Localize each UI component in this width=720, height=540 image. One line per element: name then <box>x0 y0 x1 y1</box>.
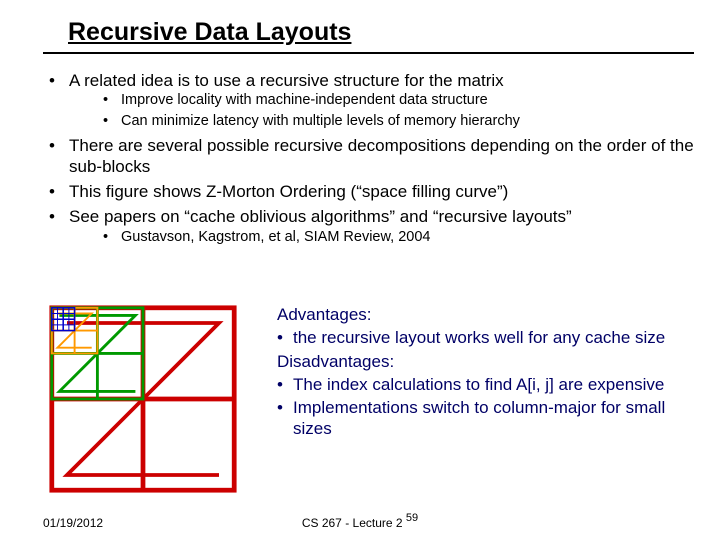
advantage-text: the recursive layout works well for any … <box>293 328 665 347</box>
disadvantage-text: The index calculations to find A[i, j] a… <box>293 375 664 394</box>
sub-bullet-item: Can minimize latency with multiple level… <box>89 112 694 130</box>
bullet-item: A related idea is to use a recursive str… <box>43 70 694 131</box>
bullet-item: There are several possible recursive dec… <box>43 135 694 178</box>
disadvantages-header: Disadvantages: <box>277 351 694 372</box>
bullet-item: See papers on “cache oblivious algorithm… <box>43 206 694 245</box>
advantages-disadvantages: Advantages: the recursive layout works w… <box>277 304 694 442</box>
bullet-list: A related idea is to use a recursive str… <box>43 70 694 246</box>
sub-bullet-text: Improve locality with machine-independen… <box>121 92 488 108</box>
sub-bullet-text: Gustavson, Kagstrom, et al, SIAM Review,… <box>121 229 430 245</box>
bullet-text: There are several possible recursive dec… <box>69 136 694 176</box>
bottom-row: Advantages: the recursive layout works w… <box>43 304 694 494</box>
bullet-text: A related idea is to use a recursive str… <box>69 71 504 90</box>
bullet-text: See papers on “cache oblivious algorithm… <box>69 207 572 226</box>
sub-bullet-text: Can minimize latency with multiple level… <box>121 113 520 129</box>
footer-center: CS 267 - Lecture 2 59 <box>0 516 720 530</box>
bullet-text: This figure shows Z-Morton Ordering (“sp… <box>69 182 508 201</box>
sub-bullet-item: Gustavson, Kagstrom, et al, SIAM Review,… <box>89 228 694 246</box>
disadvantage-item: Implementations switch to column-major f… <box>277 397 694 440</box>
disadvantage-text: Implementations switch to column-major f… <box>293 398 665 438</box>
advantage-item: the recursive layout works well for any … <box>277 327 694 348</box>
slide-body: A related idea is to use a recursive str… <box>43 70 694 250</box>
footer-course: CS 267 - Lecture 2 <box>302 516 403 530</box>
sub-bullet-item: Improve locality with machine-independen… <box>89 91 694 109</box>
page-number: 59 <box>406 512 418 524</box>
sub-bullet-list: Improve locality with machine-independen… <box>69 91 694 130</box>
disadvantage-item: The index calculations to find A[i, j] a… <box>277 374 694 395</box>
z-morton-figure <box>43 304 253 494</box>
z-morton-svg <box>43 304 243 494</box>
title-underline-rule <box>43 52 694 54</box>
advantages-header: Advantages: <box>277 304 694 325</box>
slide: Recursive Data Layouts A related idea is… <box>0 0 720 540</box>
sub-bullet-list: Gustavson, Kagstrom, et al, SIAM Review,… <box>69 228 694 246</box>
slide-title: Recursive Data Layouts <box>68 18 351 47</box>
bullet-item: This figure shows Z-Morton Ordering (“sp… <box>43 181 694 202</box>
